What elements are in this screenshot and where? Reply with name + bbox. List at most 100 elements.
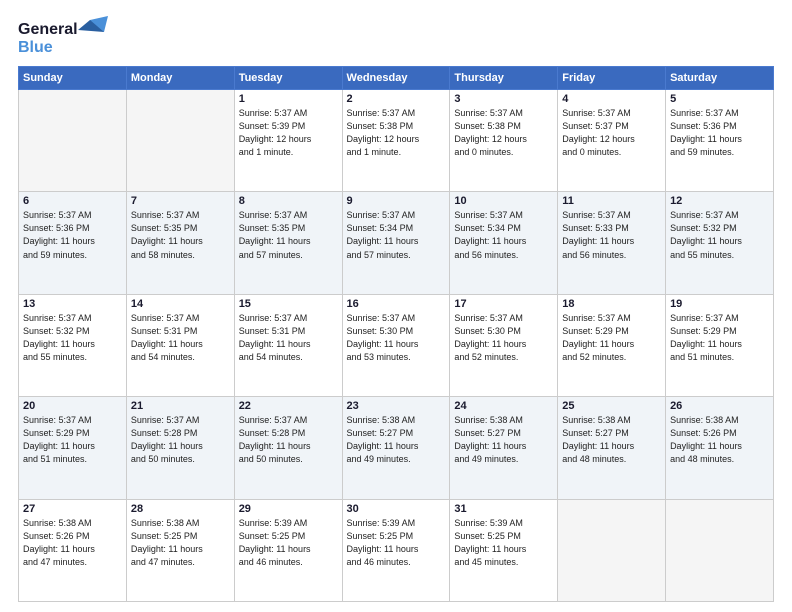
- day-number: 19: [670, 298, 769, 310]
- header: GeneralBlue: [18, 16, 774, 58]
- day-number: 3: [454, 93, 553, 105]
- day-cell: 28 Sunrise: 5:38 AM Sunset: 5:25 PM Dayli…: [126, 499, 234, 601]
- day-cell: [19, 90, 127, 192]
- col-header-tuesday: Tuesday: [234, 67, 342, 90]
- day-number: 31: [454, 503, 553, 515]
- day-cell: 12 Sunrise: 5:37 AM Sunset: 5:32 PM Dayli…: [666, 192, 774, 294]
- day-cell: 7 Sunrise: 5:37 AM Sunset: 5:35 PM Daylig…: [126, 192, 234, 294]
- day-number: 14: [131, 298, 230, 310]
- day-info: Sunrise: 5:39 AM Sunset: 5:25 PM Dayligh…: [239, 517, 338, 569]
- day-info: Sunrise: 5:37 AM Sunset: 5:34 PM Dayligh…: [454, 209, 553, 261]
- day-number: 8: [239, 195, 338, 207]
- day-number: 13: [23, 298, 122, 310]
- day-cell: 18 Sunrise: 5:37 AM Sunset: 5:29 PM Dayli…: [558, 294, 666, 396]
- week-row-1: 1 Sunrise: 5:37 AM Sunset: 5:39 PM Daylig…: [19, 90, 774, 192]
- day-number: 15: [239, 298, 338, 310]
- day-cell: 27 Sunrise: 5:38 AM Sunset: 5:26 PM Dayli…: [19, 499, 127, 601]
- day-number: 21: [131, 400, 230, 412]
- day-cell: 6 Sunrise: 5:37 AM Sunset: 5:36 PM Daylig…: [19, 192, 127, 294]
- day-info: Sunrise: 5:37 AM Sunset: 5:36 PM Dayligh…: [23, 209, 122, 261]
- day-number: 18: [562, 298, 661, 310]
- day-number: 23: [347, 400, 446, 412]
- day-number: 10: [454, 195, 553, 207]
- day-info: Sunrise: 5:38 AM Sunset: 5:26 PM Dayligh…: [23, 517, 122, 569]
- calendar-table: SundayMondayTuesdayWednesdayThursdayFrid…: [18, 66, 774, 602]
- day-cell: 23 Sunrise: 5:38 AM Sunset: 5:27 PM Dayli…: [342, 397, 450, 499]
- page: GeneralBlue SundayMondayTuesdayWednesday…: [0, 0, 792, 612]
- week-row-3: 13 Sunrise: 5:37 AM Sunset: 5:32 PM Dayli…: [19, 294, 774, 396]
- week-row-5: 27 Sunrise: 5:38 AM Sunset: 5:26 PM Dayli…: [19, 499, 774, 601]
- day-info: Sunrise: 5:37 AM Sunset: 5:29 PM Dayligh…: [23, 414, 122, 466]
- day-info: Sunrise: 5:37 AM Sunset: 5:38 PM Dayligh…: [454, 107, 553, 159]
- day-number: 20: [23, 400, 122, 412]
- day-cell: [558, 499, 666, 601]
- day-number: 26: [670, 400, 769, 412]
- day-cell: 11 Sunrise: 5:37 AM Sunset: 5:33 PM Dayli…: [558, 192, 666, 294]
- week-row-2: 6 Sunrise: 5:37 AM Sunset: 5:36 PM Daylig…: [19, 192, 774, 294]
- svg-text:Blue: Blue: [18, 39, 53, 56]
- day-info: Sunrise: 5:37 AM Sunset: 5:31 PM Dayligh…: [239, 312, 338, 364]
- day-info: Sunrise: 5:37 AM Sunset: 5:39 PM Dayligh…: [239, 107, 338, 159]
- day-cell: 21 Sunrise: 5:37 AM Sunset: 5:28 PM Dayli…: [126, 397, 234, 499]
- day-info: Sunrise: 5:37 AM Sunset: 5:33 PM Dayligh…: [562, 209, 661, 261]
- day-cell: 9 Sunrise: 5:37 AM Sunset: 5:34 PM Daylig…: [342, 192, 450, 294]
- day-info: Sunrise: 5:38 AM Sunset: 5:27 PM Dayligh…: [347, 414, 446, 466]
- day-info: Sunrise: 5:37 AM Sunset: 5:30 PM Dayligh…: [454, 312, 553, 364]
- day-info: Sunrise: 5:37 AM Sunset: 5:29 PM Dayligh…: [670, 312, 769, 364]
- day-number: 12: [670, 195, 769, 207]
- day-cell: 4Sunrise: 5:37 AM Sunset: 5:37 PM Daylig…: [558, 90, 666, 192]
- day-info: Sunrise: 5:38 AM Sunset: 5:25 PM Dayligh…: [131, 517, 230, 569]
- day-cell: 22Sunrise: 5:37 AM Sunset: 5:28 PM Dayli…: [234, 397, 342, 499]
- day-number: 7: [131, 195, 230, 207]
- day-cell: 14 Sunrise: 5:37 AM Sunset: 5:31 PM Dayli…: [126, 294, 234, 396]
- day-number: 28: [131, 503, 230, 515]
- day-number: 5: [670, 93, 769, 105]
- day-cell: 20 Sunrise: 5:37 AM Sunset: 5:29 PM Dayli…: [19, 397, 127, 499]
- week-row-4: 20 Sunrise: 5:37 AM Sunset: 5:29 PM Dayli…: [19, 397, 774, 499]
- logo-svg: GeneralBlue: [18, 16, 108, 58]
- day-number: 4: [562, 93, 661, 105]
- day-info: Sunrise: 5:37 AM Sunset: 5:32 PM Dayligh…: [670, 209, 769, 261]
- day-info: Sunrise: 5:37 AM Sunset: 5:35 PM Dayligh…: [131, 209, 230, 261]
- col-header-monday: Monday: [126, 67, 234, 90]
- day-cell: 31 Sunrise: 5:39 AM Sunset: 5:25 PM Dayli…: [450, 499, 558, 601]
- day-cell: 16 Sunrise: 5:37 AM Sunset: 5:30 PM Dayli…: [342, 294, 450, 396]
- day-info: Sunrise: 5:37 AM Sunset: 5:32 PM Dayligh…: [23, 312, 122, 364]
- day-cell: [666, 499, 774, 601]
- col-header-wednesday: Wednesday: [342, 67, 450, 90]
- day-number: 2: [347, 93, 446, 105]
- day-cell: 3 Sunrise: 5:37 AM Sunset: 5:38 PM Daylig…: [450, 90, 558, 192]
- day-info: Sunrise: 5:37 AM Sunset: 5:30 PM Dayligh…: [347, 312, 446, 364]
- day-number: 11: [562, 195, 661, 207]
- day-info: Sunrise: 5:38 AM Sunset: 5:27 PM Dayligh…: [454, 414, 553, 466]
- day-number: 1: [239, 93, 338, 105]
- day-number: 6: [23, 195, 122, 207]
- day-cell: 29 Sunrise: 5:39 AM Sunset: 5:25 PM Dayli…: [234, 499, 342, 601]
- day-info: Sunrise: 5:37 AM Sunset: 5:31 PM Dayligh…: [131, 312, 230, 364]
- day-cell: 26 Sunrise: 5:38 AM Sunset: 5:26 PM Dayli…: [666, 397, 774, 499]
- logo: GeneralBlue: [18, 16, 108, 58]
- day-cell: [126, 90, 234, 192]
- day-info: Sunrise: 5:37 AM Sunset: 5:34 PM Dayligh…: [347, 209, 446, 261]
- day-number: 27: [23, 503, 122, 515]
- day-cell: 13 Sunrise: 5:37 AM Sunset: 5:32 PM Dayli…: [19, 294, 127, 396]
- day-info: Sunrise: 5:38 AM Sunset: 5:27 PM Dayligh…: [562, 414, 661, 466]
- day-cell: 10 Sunrise: 5:37 AM Sunset: 5:34 PM Dayli…: [450, 192, 558, 294]
- col-header-friday: Friday: [558, 67, 666, 90]
- col-header-thursday: Thursday: [450, 67, 558, 90]
- day-number: 16: [347, 298, 446, 310]
- col-header-sunday: Sunday: [19, 67, 127, 90]
- day-info: Sunrise: 5:38 AM Sunset: 5:26 PM Dayligh…: [670, 414, 769, 466]
- day-number: 29: [239, 503, 338, 515]
- day-number: 9: [347, 195, 446, 207]
- day-info: Sunrise: 5:39 AM Sunset: 5:25 PM Dayligh…: [454, 517, 553, 569]
- day-info: Sunrise: 5:37 AM Sunset: 5:36 PM Dayligh…: [670, 107, 769, 159]
- header-row: SundayMondayTuesdayWednesdayThursdayFrid…: [19, 67, 774, 90]
- day-cell: 17Sunrise: 5:37 AM Sunset: 5:30 PM Dayli…: [450, 294, 558, 396]
- day-info: Sunrise: 5:37 AM Sunset: 5:29 PM Dayligh…: [562, 312, 661, 364]
- day-info: Sunrise: 5:37 AM Sunset: 5:28 PM Dayligh…: [131, 414, 230, 466]
- day-info: Sunrise: 5:39 AM Sunset: 5:25 PM Dayligh…: [347, 517, 446, 569]
- day-info: Sunrise: 5:37 AM Sunset: 5:38 PM Dayligh…: [347, 107, 446, 159]
- day-cell: 25Sunrise: 5:38 AM Sunset: 5:27 PM Dayli…: [558, 397, 666, 499]
- day-cell: 30Sunrise: 5:39 AM Sunset: 5:25 PM Dayli…: [342, 499, 450, 601]
